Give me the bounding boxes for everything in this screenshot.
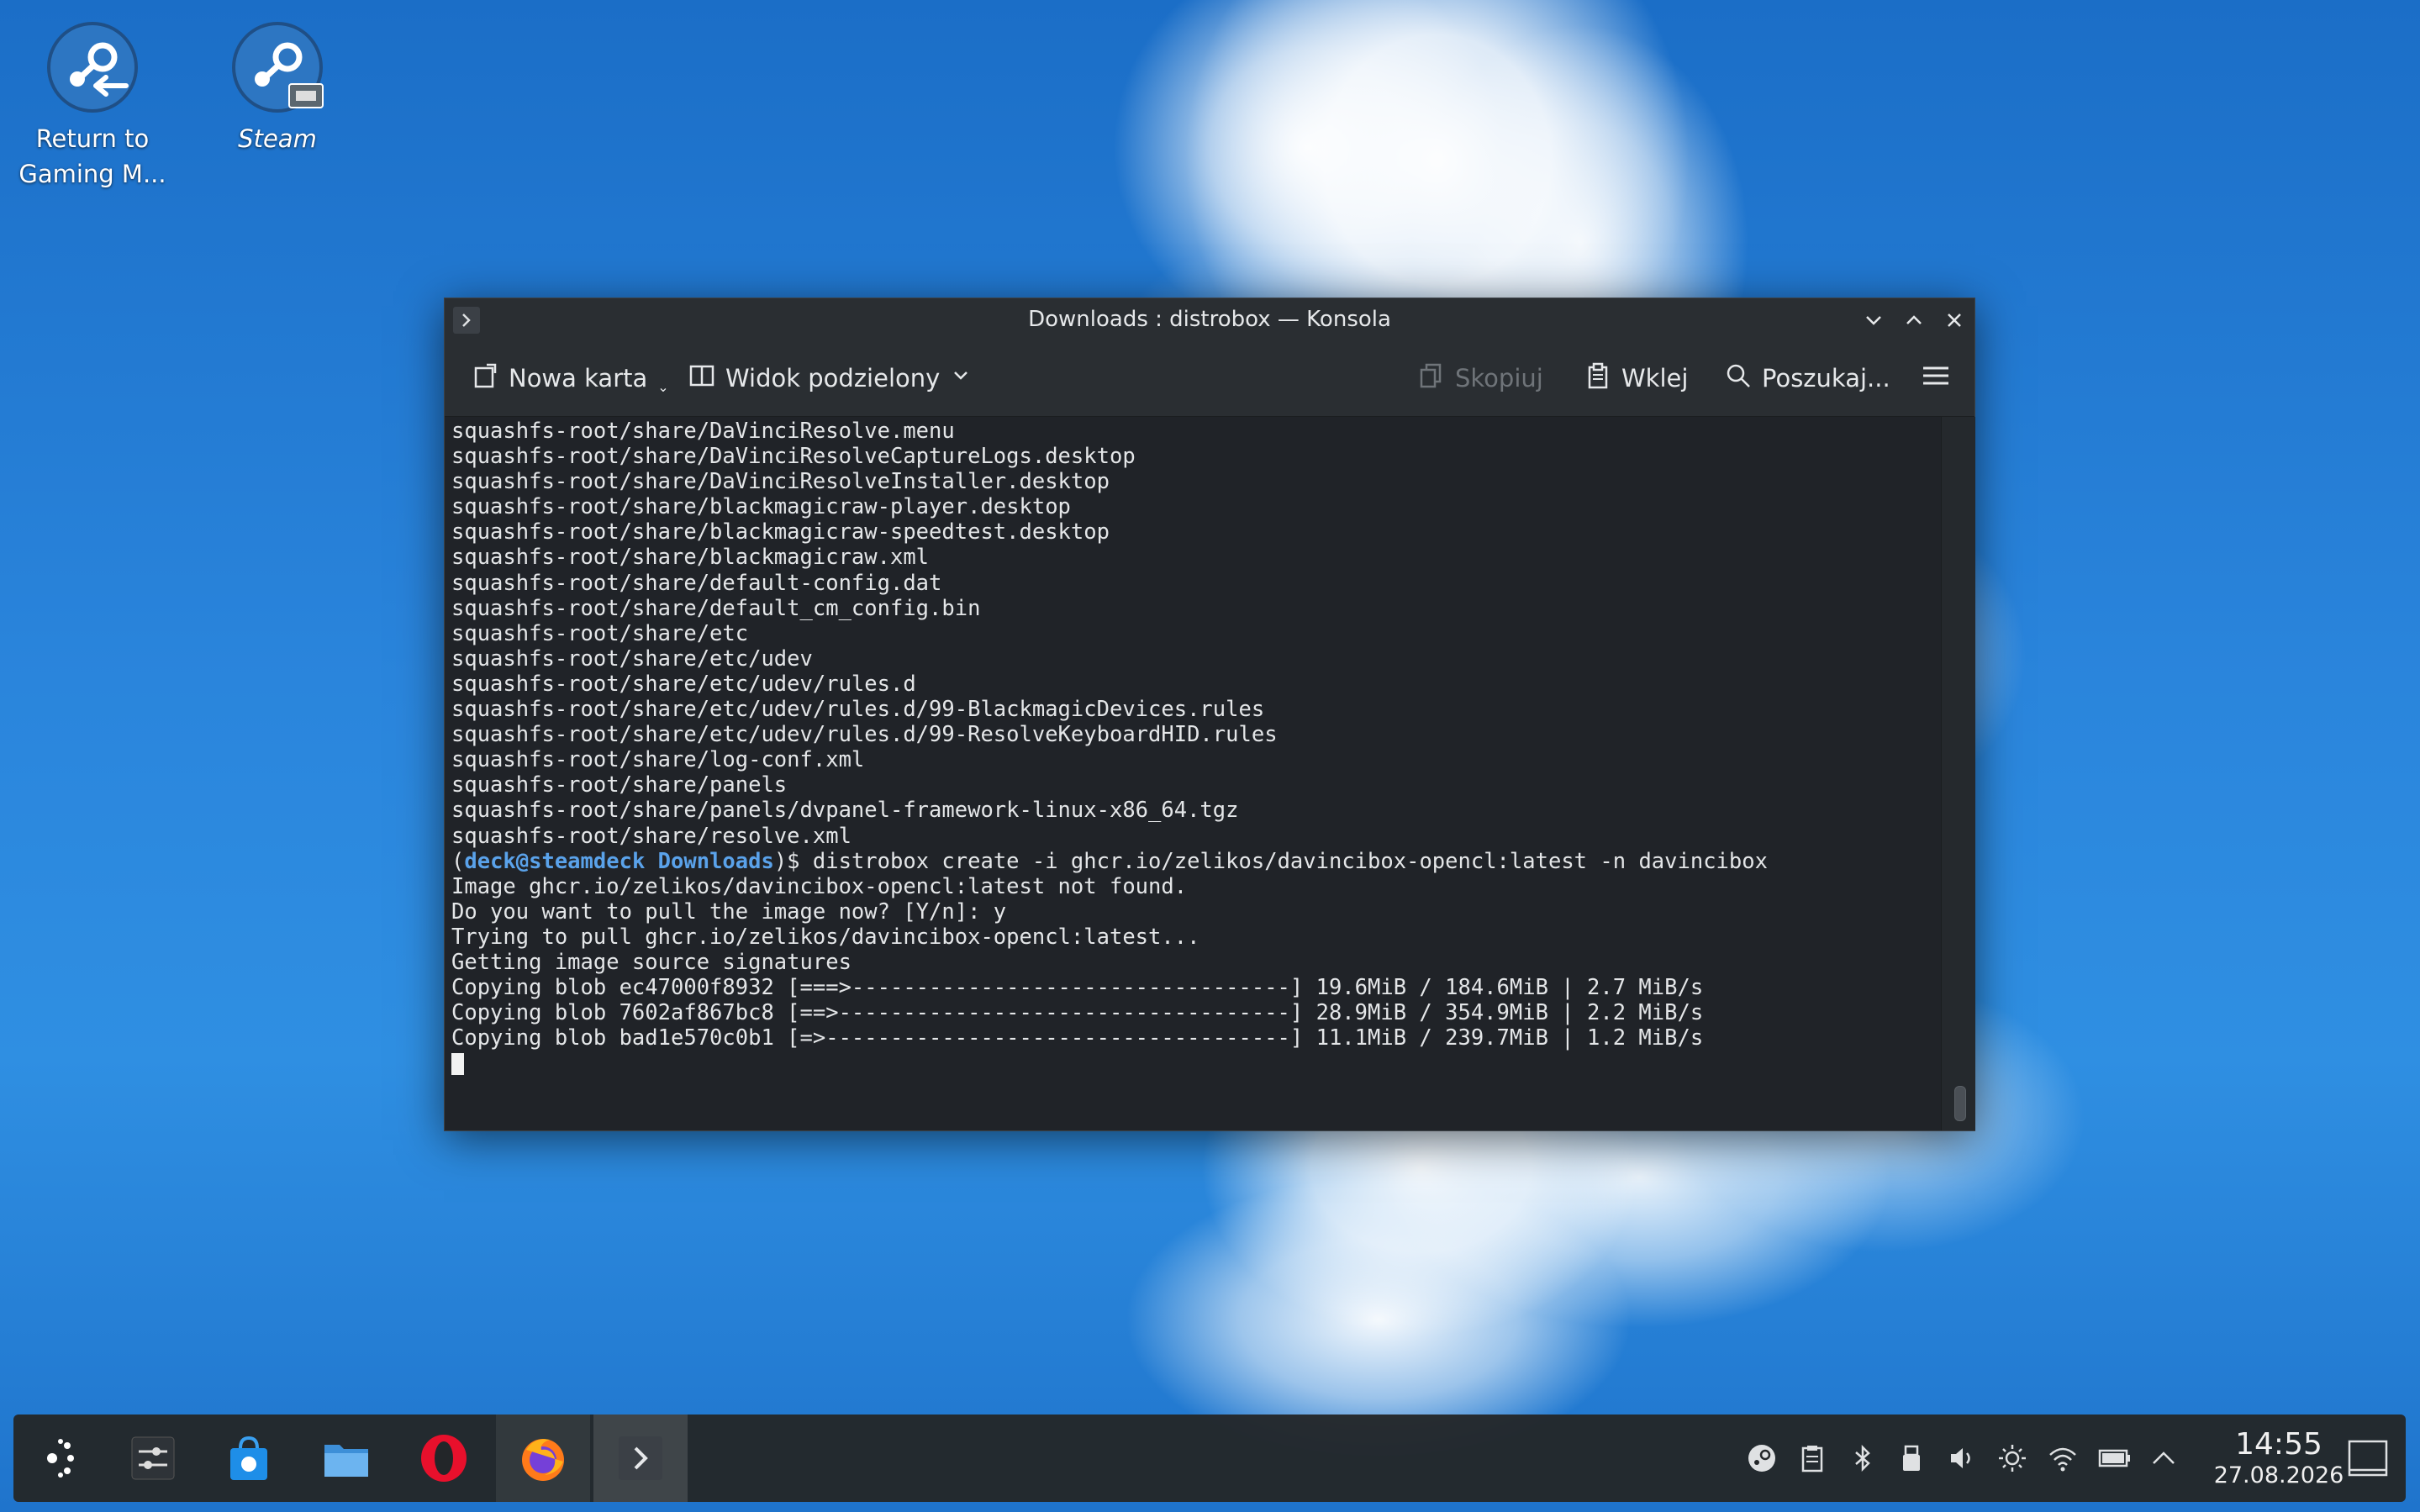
new-tab-icon xyxy=(472,362,498,395)
copy-button[interactable]: Skopiuj xyxy=(1418,357,1543,399)
minimize-button[interactable] xyxy=(1860,307,1887,334)
paste-icon xyxy=(1584,362,1611,395)
search-icon xyxy=(1725,362,1752,395)
terminal-output: squashfs-root/share/DaVinciResolve.menu s… xyxy=(451,419,1768,1076)
split-view-button[interactable]: Widok podzielony xyxy=(688,357,972,399)
terminal-line: squashfs-root/share/resolve.xml xyxy=(451,823,851,849)
terminal-line: Copying blob 7602af867bc8 [==>----------… xyxy=(451,1000,1704,1026)
steam-icon xyxy=(229,18,326,116)
split-view-icon xyxy=(688,362,715,395)
clock-date: 27.08.2026 xyxy=(2213,1462,2344,1488)
prompt-open: ( xyxy=(451,848,465,874)
firefox-icon[interactable] xyxy=(518,1433,568,1483)
battery-icon[interactable] xyxy=(2098,1443,2130,1473)
steam-return-icon xyxy=(44,18,141,116)
file-manager-icon[interactable] xyxy=(321,1433,372,1483)
opera-browser-icon[interactable] xyxy=(419,1433,469,1483)
split-view-label: Widok podzielony xyxy=(725,364,941,392)
prompt-dir: Downloads xyxy=(657,848,774,874)
window-toolbar: Nowa karta ⌄ Widok podzielony Skopiuj Wk… xyxy=(445,340,1974,417)
window-titlebar[interactable]: Downloads : distrobox — Konsola xyxy=(445,298,1974,340)
brightness-icon[interactable] xyxy=(1997,1443,2027,1473)
terminal-line: Getting image source signatures xyxy=(451,949,851,975)
prompt-user: deck@steamdeck xyxy=(464,848,646,874)
tray-expand-icon[interactable] xyxy=(2148,1443,2179,1473)
bluetooth-icon[interactable] xyxy=(1848,1443,1878,1473)
hamburger-menu-icon xyxy=(1921,362,1951,395)
terminal-line: squashfs-root/share/etc xyxy=(451,620,749,646)
terminal-line: squashfs-root/share/etc/udev xyxy=(451,645,813,672)
terminal-cursor-line xyxy=(451,1051,1768,1076)
paste-label: Wklej xyxy=(1621,364,1689,392)
terminal-line: Trying to pull ghcr.io/zelikos/davincibo… xyxy=(451,924,1200,950)
terminal-line: Copying blob bad1e570c0b1 [=>-----------… xyxy=(451,1025,1704,1051)
new-tab-label: Nowa karta xyxy=(509,364,648,392)
terminal-line: squashfs-root/share/DaVinciResolve.menu xyxy=(451,419,955,444)
terminal-line: squashfs-root/share/log-conf.xml xyxy=(451,747,865,773)
desktop-icon-label: Steam xyxy=(238,124,317,153)
search-button[interactable]: Poszukaj... xyxy=(1725,357,1890,399)
chevron-down-icon xyxy=(950,364,972,392)
paste-button[interactable]: Wklej xyxy=(1584,357,1688,399)
konsole-window: Downloads : distrobox — Konsola Nowa kar… xyxy=(444,298,1975,1131)
terminal-line: squashfs-root/share/DaVinciResolveCaptur… xyxy=(451,444,1136,470)
terminal-line: squashfs-root/share/panels xyxy=(451,772,788,798)
terminal-line: squashfs-root/share/panels/dvpanel-frame… xyxy=(451,798,1239,824)
desktop-icon-steam[interactable]: Steam xyxy=(185,18,370,156)
close-button[interactable] xyxy=(1941,307,1968,334)
discover-store-icon[interactable] xyxy=(224,1433,274,1483)
clipboard-icon[interactable] xyxy=(1797,1443,1827,1473)
terminal-line: squashfs-root/share/DaVinciResolveInstal… xyxy=(451,469,1110,495)
terminal-line: Image ghcr.io/zelikos/davincibox-opencl:… xyxy=(451,873,1188,899)
copy-icon xyxy=(1418,362,1445,395)
terminal-line: squashfs-root/share/etc/udev/rules.d/99-… xyxy=(451,722,1278,748)
show-desktop-icon[interactable] xyxy=(2347,1438,2389,1480)
scrollbar-thumb[interactable] xyxy=(1954,1086,1966,1121)
search-label: Poszukaj... xyxy=(1762,364,1890,392)
terminal-prompt-line: (deck@steamdeck Downloads)$ distrobox cr… xyxy=(451,849,1768,874)
desktop-icon-label: Return to Gaming M... xyxy=(18,124,166,188)
wifi-icon[interactable] xyxy=(2048,1443,2078,1473)
terminal-view[interactable]: squashfs-root/share/DaVinciResolve.menu s… xyxy=(445,417,1941,1130)
window-title: Downloads : distrobox — Konsola xyxy=(1028,307,1391,332)
terminal-cursor xyxy=(451,1053,464,1076)
desktop-icon-return-to-gaming-mode[interactable]: Return to Gaming M... xyxy=(0,18,185,192)
new-tab-button[interactable]: Nowa karta ⌄ xyxy=(472,357,669,399)
usb-device-icon[interactable] xyxy=(1896,1443,1927,1473)
maximize-button[interactable] xyxy=(1901,307,1927,334)
terminal-line: squashfs-root/share/etc/udev/rules.d xyxy=(451,671,916,697)
volume-icon[interactable] xyxy=(1947,1443,1977,1473)
terminal-line: squashfs-root/share/etc/udev/rules.d/99-… xyxy=(451,697,1265,723)
system-settings-icon[interactable] xyxy=(128,1433,178,1483)
terminal-line: Do you want to pull the image now? [Y/n]… xyxy=(451,898,1007,925)
terminal-scrollbar[interactable] xyxy=(1941,417,1975,1130)
terminal-line: squashfs-root/share/default-config.dat xyxy=(451,570,942,596)
hamburger-menu-button[interactable] xyxy=(1921,357,1951,399)
prompt-close: )$ xyxy=(773,848,813,874)
digital-clock[interactable]: 14:55 27.08.2026 xyxy=(2191,1428,2367,1490)
desktop: Return to Gaming M... Steam Downloads : … xyxy=(0,0,2420,1512)
prompt-command: distrobox create -i ghcr.io/zelikos/davi… xyxy=(812,848,1768,874)
terminal-line: squashfs-root/share/blackmagicraw-player… xyxy=(451,494,1071,520)
application-launcher-icon[interactable] xyxy=(35,1433,86,1483)
clock-time: 14:55 xyxy=(2235,1427,2322,1462)
taskbar: 14:55 27.08.2026 xyxy=(13,1415,2406,1502)
copy-label: Skopiuj xyxy=(1455,364,1543,392)
terminal-line: squashfs-root/share/default_cm_config.bi… xyxy=(451,595,981,621)
terminal-line: Copying blob ec47000f8932 [===>---------… xyxy=(451,975,1704,1001)
terminal-line: squashfs-root/share/blackmagicraw.xml xyxy=(451,545,930,571)
steam-tray-icon[interactable] xyxy=(1747,1443,1777,1473)
konsole-task-icon[interactable] xyxy=(615,1433,666,1483)
terminal-line: squashfs-root/share/blackmagicraw-speedt… xyxy=(451,519,1110,545)
chevron-down-icon: ⌄ xyxy=(657,378,669,395)
